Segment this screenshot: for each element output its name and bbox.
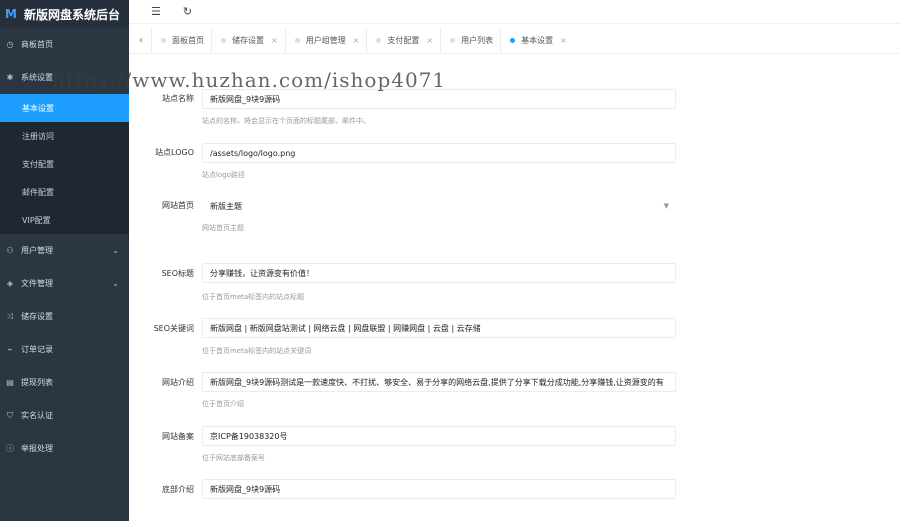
sidebar-item-label: 用户管理 [21,246,53,255]
sidebar-item-user-management[interactable]: ⚇ 用户管理 ⌄ [0,234,129,267]
field-help: 网站首页主题 [202,224,244,232]
tab-label: 支付配置 [387,36,420,45]
close-icon[interactable]: × [426,36,433,45]
brand-title: 新版网盘系统后台 [24,7,121,22]
sidebar-menu: ◷ 商板首页 ✱ 系统设置 基本设置 注册访问 支付配置 邮件配置 VIP配置 … [0,28,129,465]
tab-active-dot-icon [510,38,516,43]
sidebar-subitem-mail-config[interactable]: 邮件配置 [0,178,129,206]
tab-payment-config[interactable]: 支付配置 × [366,27,440,54]
field-label: 网站备案 [162,432,194,441]
sidebar-item-label: 订单记录 [21,345,53,354]
watermark: https://www.huzhan.com/ishop4071 [52,68,447,92]
tab-label: 储存设置 [232,36,264,45]
homepage-theme-select[interactable]: 新版主题 ▼ [202,196,676,216]
sidebar-item-dashboard[interactable]: ◷ 商板首页 [0,28,129,61]
site-intro-input[interactable]: 新版网盘_9块9源码测试是一款速度快、不打扰、够安全、易于分享的网络云盘,提供了… [202,372,676,392]
gear-icon: ✱ [6,73,14,82]
storage-icon: ⤨ [6,311,14,321]
sidebar-item-storage-settings[interactable]: ⤨ 储存设置 [0,300,129,333]
close-icon[interactable]: × [560,36,567,45]
tab-user-group[interactable]: 用户组管理 × [284,27,367,54]
tab-label: 用户列表 [461,36,494,45]
field-label: 站点LOGO [155,148,194,157]
tab-label: 面板首页 [172,36,204,45]
order-icon: ⌁ [7,345,13,354]
tab-dashboard[interactable]: 面板首页 [151,27,211,54]
sidebar-item-label: 提现列表 [21,378,53,387]
chevron-down-icon: ⌄ [112,246,119,255]
field-label: 底部介绍 [162,485,194,494]
tab-user-list[interactable]: 用户列表 [440,27,500,54]
field-label: 网站首页 [162,201,194,210]
system-settings-submenu: 基本设置 注册访问 支付配置 邮件配置 VIP配置 [0,94,129,234]
sidebar-item-label: 举报处理 [21,444,53,453]
sidebar-subitem-register-access[interactable]: 注册访问 [0,122,129,150]
chevron-down-icon: ⌄ [112,279,119,288]
list-icon: ▤ [6,378,14,387]
close-icon[interactable]: × [271,36,278,45]
file-icon: ◈ [6,279,14,288]
brand-logo-icon: M [5,7,17,21]
sidebar-subitem-payment-config[interactable]: 支付配置 [0,150,129,178]
field-help: 位于网站底部备案号 [202,454,265,462]
site-name-input[interactable]: 新版网盘_9块9源码 [202,89,676,109]
field-label: 站点名称 [162,94,194,103]
field-help: 站点logo路径 [202,171,245,179]
icp-record-input[interactable]: 京ICP备19038320号 [202,426,676,446]
tab-dot-icon [376,38,382,43]
field-help: 位于首页介绍 [202,400,244,408]
alert-icon: ⓘ [6,444,14,453]
top-toolbar: ☰ ↻ [129,0,900,24]
sidebar-item-order-records[interactable]: ⌁ 订单记录 [0,333,129,366]
sidebar-item-realname-auth[interactable]: ⛉ 实名认证 [0,399,129,432]
field-label: SEO关键词 [153,324,194,333]
tab-dot-icon [221,38,226,43]
tab-dot-icon [294,38,300,43]
brand[interactable]: M 新版网盘系统后台 [0,0,129,28]
field-help: 位于首页meta标签内的站点标题 [202,293,305,301]
tab-dot-icon [161,38,166,43]
tab-label: 基本设置 [521,36,554,45]
field-label: 网站介绍 [162,378,194,387]
footer-intro-input[interactable]: 新版网盘_9块9源码 [202,479,676,499]
seo-keywords-input[interactable]: 新版网盘 | 新版网盘站测试 | 网络云盘 | 网盘联盟 | 网赚网盘 | 云盘… [202,318,676,338]
seo-title-input[interactable]: 分享赚钱，让资源变有价值！ [202,263,676,283]
page-tabs: ‹ 面板首页 储存设置 × 用户组管理 × 支付配置 × 用户列表 基本设置 × [129,27,900,54]
tab-dot-icon [450,38,456,43]
sidebar-item-label: 商板首页 [21,40,53,49]
sidebar-item-withdraw-list[interactable]: ▤ 提现列表 [0,366,129,399]
sidebar-item-label: 实名认证 [21,411,53,420]
tabs-scroll-left-icon[interactable]: ‹ [131,35,151,46]
user-icon: ⚇ [6,246,14,255]
shield-icon: ⛉ [7,410,13,420]
sidebar-item-label: 文件管理 [21,279,53,288]
caret-down-icon: ▼ [663,202,669,210]
tab-storage-settings[interactable]: 储存设置 × [211,27,285,54]
sidebar-item-label: 系统设置 [21,73,53,82]
basic-settings-form: 站点名称 新版网盘_9块9源码 站点的名称，将会显示在个页面的标题尾部、邮件中。… [129,54,900,521]
field-label: SEO标题 [161,269,194,278]
sidebar-item-report-handling[interactable]: ⓘ 举报处理 [0,432,129,465]
tab-basic-settings[interactable]: 基本设置 × [500,27,574,54]
sidebar-subitem-basic-settings[interactable]: 基本设置 [0,94,129,122]
sidebar-subitem-vip-config[interactable]: VIP配置 [0,206,129,234]
tab-label: 用户组管理 [305,36,346,45]
field-help: 位于首页meta标签内的站点关键词 [202,347,312,355]
refresh-icon[interactable]: ↻ [183,5,192,18]
menu-toggle-icon[interactable]: ☰ [151,5,161,18]
sidebar-item-file-management[interactable]: ◈ 文件管理 ⌄ [0,267,129,300]
field-help: 站点的名称，将会显示在个页面的标题尾部、邮件中。 [202,117,370,125]
dashboard-icon: ◷ [6,40,14,49]
site-logo-input[interactable]: /assets/logo/logo.png [202,143,676,163]
close-icon[interactable]: × [353,36,360,45]
select-value: 新版主题 [210,201,242,211]
sidebar-item-label: 储存设置 [21,312,53,321]
